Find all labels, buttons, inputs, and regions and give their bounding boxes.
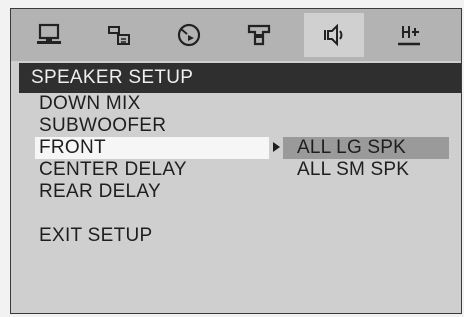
menu-item-subwoofer[interactable]: SUBWOOFER	[39, 115, 269, 137]
setup-tab-bar	[11, 9, 461, 61]
setup-window: SPEAKER SETUP DOWN MIX SUBWOOFER FRONT C…	[10, 8, 462, 314]
menu-item-rear-delay[interactable]: REAR DELAY	[39, 181, 269, 203]
menu-spacer	[39, 203, 269, 225]
front-speaker-submenu: ALL LG SPK ALL SM SPK	[283, 137, 449, 181]
menu-item-front[interactable]: FRONT	[35, 137, 269, 159]
submenu-pointer-icon	[273, 142, 280, 152]
menu-item-center-delay[interactable]: CENTER DELAY	[39, 159, 269, 181]
audio-setup-icon[interactable]	[229, 13, 289, 57]
speaker-setup-icon[interactable]	[304, 13, 364, 57]
option-all-sm-spk[interactable]: ALL SM SPK	[283, 159, 449, 181]
speaker-setup-menu: DOWN MIX SUBWOOFER FRONT CENTER DELAY RE…	[35, 93, 269, 247]
video-setup-icon[interactable]	[159, 13, 219, 57]
language-setup-icon[interactable]	[89, 13, 149, 57]
option-all-lg-spk[interactable]: ALL LG SPK	[283, 137, 449, 159]
menu-item-exit-setup[interactable]: EXIT SETUP	[39, 225, 269, 247]
page-title: SPEAKER SETUP	[19, 63, 461, 93]
general-setup-icon[interactable]	[19, 13, 79, 57]
preferences-icon[interactable]	[379, 13, 439, 57]
menu-item-down-mix[interactable]: DOWN MIX	[39, 93, 269, 115]
